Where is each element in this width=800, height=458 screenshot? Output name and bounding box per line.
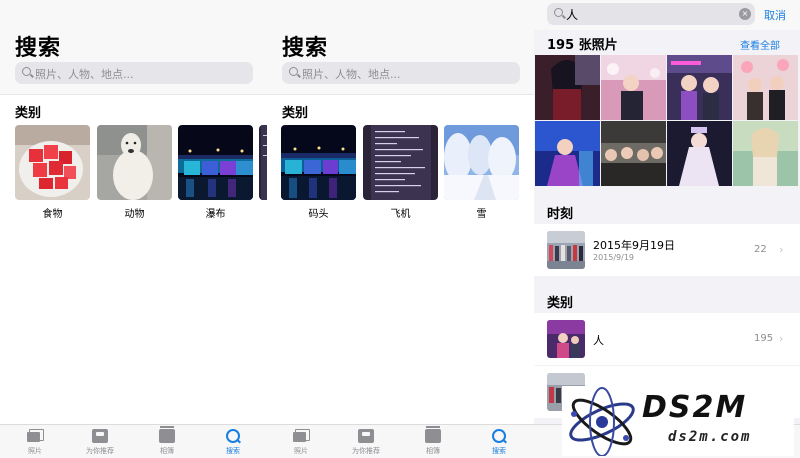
- category-item[interactable]: 瀑布: [178, 125, 253, 220]
- tab-search[interactable]: 搜索: [203, 429, 263, 456]
- moment-row[interactable]: 2015年9月19日 2015/9/19 22 ›: [534, 224, 800, 276]
- tab-albums[interactable]: 相簿: [137, 426, 197, 456]
- page-title: 搜索: [15, 36, 62, 61]
- tab-bar: 照片 为你推荐 相簿 搜索: [0, 424, 267, 458]
- photo-thumb[interactable]: [601, 121, 666, 186]
- terminal-screen-photo: [363, 125, 438, 200]
- clear-icon[interactable]: ×: [739, 8, 751, 20]
- page-title: 搜索: [282, 36, 329, 61]
- for-you-icon: [92, 429, 108, 443]
- search-input[interactable]: 照片、人物、地点...: [15, 62, 253, 84]
- tab-bar: 照片 为你推荐 相簿 搜索: [267, 424, 534, 458]
- moment-title: 2015年9月19日: [593, 239, 675, 252]
- photo-thumb[interactable]: [535, 121, 600, 186]
- terminal-screen-photo: [259, 125, 267, 200]
- cancel-button[interactable]: 取消: [764, 7, 786, 23]
- tab-label: 照片: [294, 447, 308, 455]
- category-count: 195: [754, 333, 774, 344]
- search-placeholder: 照片、人物、地点...: [35, 68, 134, 81]
- category-item[interactable]: 码头: [281, 125, 356, 220]
- tab-label: 搜索: [226, 447, 240, 455]
- night-bridge-photo: [178, 125, 253, 200]
- photo-thumb[interactable]: [667, 121, 732, 186]
- tab-photos[interactable]: 照片: [271, 429, 331, 456]
- snow-trees-photo: [444, 125, 519, 200]
- category-row[interactable]: 人 195 ›: [534, 313, 800, 365]
- night-bridge-photo: [281, 125, 356, 200]
- photo-thumb[interactable]: [667, 55, 732, 120]
- moment-date: 2015/9/19: [593, 253, 635, 262]
- search-icon: [225, 429, 241, 443]
- category-item[interactable]: 食物: [15, 125, 90, 220]
- category-label: 食物: [42, 209, 63, 220]
- photo-thumb[interactable]: [733, 121, 798, 186]
- category-item[interactable]: 雪: [444, 125, 519, 220]
- screenshot-stage: 搜索 照片、人物、地点... 类别 食物 动物 瀑布 照片 为你推荐 相簿 搜索…: [0, 0, 800, 458]
- search-placeholder: 照片、人物、地点...: [302, 68, 401, 81]
- tab-photos[interactable]: 照片: [5, 429, 65, 456]
- albums-icon: [425, 426, 441, 443]
- category-label: 飞机: [390, 209, 411, 220]
- search-input[interactable]: 人 ×: [547, 3, 755, 25]
- chevron-right-icon: ›: [779, 332, 784, 345]
- search-icon: [289, 67, 298, 76]
- search-header: 搜索 照片、人物、地点...: [267, 0, 534, 95]
- photo-thumb[interactable]: [733, 55, 798, 120]
- tab-search[interactable]: 搜索: [469, 429, 529, 456]
- watermelon-photo: [15, 125, 90, 200]
- tab-label: 为你推荐: [352, 447, 380, 455]
- category-thumb: [547, 320, 585, 358]
- photos-icon: [293, 429, 310, 443]
- category-label: 雪: [476, 209, 487, 220]
- watermark-url: ds2m.com: [668, 429, 752, 445]
- search-icon: [491, 429, 507, 443]
- search-screen-1: 搜索 照片、人物、地点... 类别 食物 动物 瀑布 照片 为你推荐 相簿 搜索: [0, 0, 267, 458]
- categories-header: 类别: [547, 296, 574, 311]
- watermark-logo-text: DS2M: [642, 390, 748, 425]
- moment-count: 22: [754, 244, 767, 255]
- category-label: 码头: [308, 209, 329, 220]
- category-label: 动物: [124, 209, 145, 220]
- section-title-categories: 类别: [15, 106, 42, 121]
- search-header: 搜索 照片、人物、地点...: [0, 0, 267, 95]
- watermark: DS2M ds2m.com: [562, 386, 794, 457]
- tab-label: 搜索: [492, 447, 506, 455]
- tab-for-you[interactable]: 为你推荐: [70, 429, 130, 456]
- tab-label: 相簿: [160, 447, 174, 455]
- for-you-icon: [358, 429, 374, 443]
- search-screen-2: 搜索 照片、人物、地点... 类别 码头 飞机 雪 照片 为你推荐 相簿 搜索: [267, 0, 534, 458]
- photo-grid: [534, 55, 800, 186]
- category-item[interactable]: 动物: [97, 125, 172, 220]
- search-query: 人: [566, 8, 579, 22]
- atom-logo-icon: [569, 387, 635, 457]
- see-all-link[interactable]: 查看全部: [740, 37, 780, 52]
- search-icon: [554, 8, 563, 17]
- photo-thumb[interactable]: [535, 55, 600, 120]
- search-input[interactable]: 照片、人物、地点...: [282, 62, 520, 84]
- photos-count-header: 195 张照片: [547, 38, 618, 53]
- moments-header: 时刻: [547, 207, 574, 222]
- tab-label: 相簿: [426, 447, 440, 455]
- search-icon: [22, 67, 31, 76]
- chevron-right-icon: ›: [779, 243, 784, 256]
- moment-thumb: [547, 231, 585, 269]
- tab-for-you[interactable]: 为你推荐: [336, 429, 396, 456]
- results-search-bar: 人 × 取消: [534, 0, 800, 30]
- photo-thumb[interactable]: [601, 55, 666, 120]
- photos-icon: [27, 429, 44, 443]
- category-title: 人: [593, 334, 604, 347]
- category-item[interactable]: 飞机: [363, 125, 438, 220]
- category-label: 瀑布: [205, 209, 226, 220]
- tab-label: 为你推荐: [86, 447, 114, 455]
- albums-icon: [159, 426, 175, 443]
- polar-bear-photo: [97, 125, 172, 200]
- section-title-categories: 类别: [282, 106, 309, 121]
- tab-label: 照片: [28, 447, 42, 455]
- category-item-partial[interactable]: [259, 125, 267, 200]
- tab-albums[interactable]: 相簿: [403, 426, 463, 456]
